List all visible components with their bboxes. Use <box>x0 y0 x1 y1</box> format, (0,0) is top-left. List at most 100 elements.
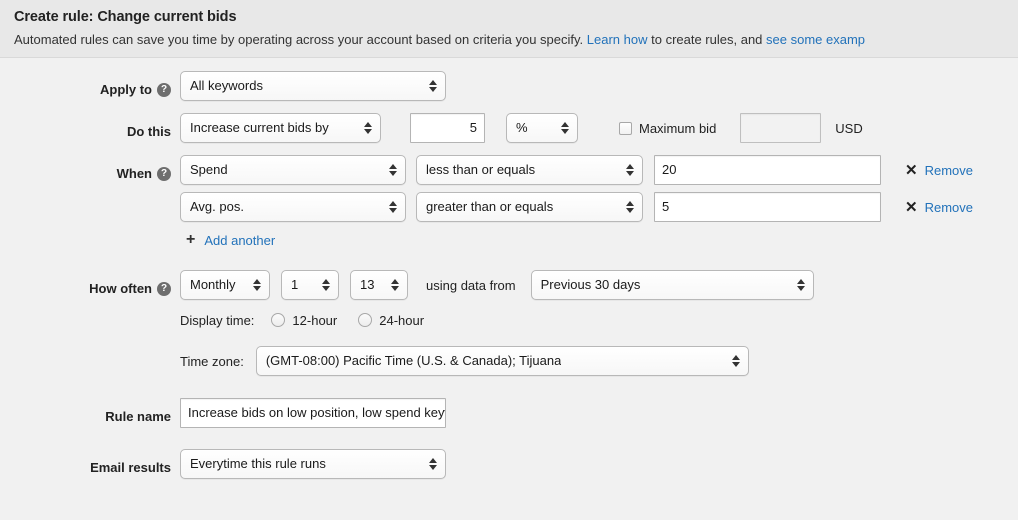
maximum-bid-label: Maximum bid <box>639 120 717 136</box>
frequency-select-value: Monthly <box>190 277 236 292</box>
chevron-updown-icon <box>391 278 399 292</box>
description-text-part1: Automated rules can save you time by ope… <box>14 32 587 47</box>
rule-name-row: Rule name Increase bids on low position,… <box>0 398 1018 428</box>
bid-unit-select-value: % <box>516 120 528 135</box>
email-results-label-group: Email results <box>0 449 180 479</box>
chevron-updown-icon <box>364 121 372 135</box>
condition-operator-value-1: less than or equals <box>426 162 536 177</box>
do-this-label: Do this <box>126 124 171 139</box>
email-results-select[interactable]: Everytime this rule runs <box>180 449 446 479</box>
see-some-examples-link[interactable]: see some examp <box>766 32 865 47</box>
remove-condition-button-1[interactable]: ✕ Remove <box>905 155 973 185</box>
chevron-updown-icon <box>561 121 569 135</box>
apply-to-row: Apply to ? All keywords <box>0 71 1018 101</box>
time-zone-select-value: (GMT-08:00) Pacific Time (U.S. & Canada)… <box>265 353 562 368</box>
condition-value-input-1[interactable]: 20 <box>654 155 881 185</box>
time-zone-spacer <box>0 346 180 376</box>
apply-to-label-group: Apply to ? <box>0 71 180 101</box>
chevron-updown-icon <box>429 79 437 93</box>
chevron-updown-icon <box>322 278 330 292</box>
maximum-bid-checkbox[interactable]: Maximum bid <box>619 121 716 136</box>
condition-metric-select-2[interactable]: Avg. pos. <box>180 192 406 222</box>
when-label-group: When ? <box>0 155 180 185</box>
chevron-updown-icon <box>389 163 397 177</box>
how-often-label-group: How often ? <box>0 270 180 300</box>
email-results-select-value: Everytime this rule runs <box>190 456 326 471</box>
currency-label: USD <box>835 120 863 136</box>
display-time-spacer <box>0 307 180 337</box>
do-this-fields: Increase current bids by 5 % Maximum bid… <box>180 113 863 143</box>
day-select[interactable]: 1 <box>281 270 339 300</box>
time-zone-row: Time zone: (GMT-08:00) Pacific Time (U.S… <box>0 346 1018 376</box>
page-title: Create rule: Change current bids <box>14 9 237 25</box>
help-icon[interactable]: ? <box>157 281 171 296</box>
rule-form: Apply to ? All keywords Do this Increase… <box>0 58 1018 479</box>
rule-name-input[interactable]: Increase bids on low position, low spend… <box>180 398 446 428</box>
date-range-select-value: Previous 30 days <box>540 277 641 292</box>
display-time-row: Display time: 12-hour 24-hour <box>0 307 1018 337</box>
chevron-updown-icon <box>796 278 805 292</box>
condition-value-input-2[interactable]: 5 <box>654 192 881 222</box>
when-row-2: Avg. pos. greater than or equals 5 ✕ Rem… <box>0 192 1018 222</box>
add-another-button[interactable]: + Add another <box>186 232 275 248</box>
when-label-spacer-2 <box>0 192 180 222</box>
remove-label-1: Remove <box>924 162 973 178</box>
condition-metric-value-2: Avg. pos. <box>190 199 244 214</box>
add-another-row: + Add another <box>0 229 1018 259</box>
remove-label-2: Remove <box>924 199 973 215</box>
time-zone-label: Time zone: <box>180 353 244 369</box>
bid-amount-input[interactable]: 5 <box>410 113 485 143</box>
apply-to-label: Apply to <box>100 82 152 97</box>
page-header: Create rule: Change current bids Automat… <box>0 0 1018 58</box>
rule-name-fields: Increase bids on low position, low spend… <box>180 398 446 428</box>
rule-name-label: Rule name <box>105 409 171 424</box>
apply-to-select-value: All keywords <box>190 78 263 93</box>
radio-circle-icon <box>271 313 286 327</box>
checkbox-box-icon <box>619 121 632 135</box>
bid-action-select-value: Increase current bids by <box>190 120 329 135</box>
when-fields-1: Spend less than or equals 20 ✕ Remove <box>180 155 973 185</box>
page-description: Automated rules can save you time by ope… <box>14 32 1004 47</box>
how-often-label: How often <box>89 281 152 296</box>
radio-24-hour-label: 24-hour <box>379 312 425 328</box>
maximum-bid-input[interactable] <box>740 113 822 143</box>
bid-action-select[interactable]: Increase current bids by <box>180 113 381 143</box>
learn-how-link[interactable]: Learn how <box>587 32 648 47</box>
condition-operator-select-1[interactable]: less than or equals <box>416 155 643 185</box>
help-icon[interactable]: ? <box>157 166 171 181</box>
plus-icon: + <box>186 231 196 248</box>
time-zone-fields: Time zone: (GMT-08:00) Pacific Time (U.S… <box>180 346 749 376</box>
close-x-icon: ✕ <box>905 161 918 179</box>
apply-to-select[interactable]: All keywords <box>180 71 446 101</box>
apply-to-fields: All keywords <box>180 71 446 101</box>
remove-condition-button-2[interactable]: ✕ Remove <box>905 192 973 222</box>
time-zone-select[interactable]: (GMT-08:00) Pacific Time (U.S. & Canada)… <box>255 346 749 376</box>
hour-select[interactable]: 13 <box>350 270 408 300</box>
condition-operator-select-2[interactable]: greater than or equals <box>416 192 643 222</box>
hour-select-value: 13 <box>360 277 375 292</box>
help-icon[interactable]: ? <box>157 82 171 97</box>
how-often-row: How often ? Monthly 1 13 using data from… <box>0 270 1018 300</box>
email-results-row: Email results Everytime this rule runs <box>0 449 1018 479</box>
date-range-select[interactable]: Previous 30 days <box>530 270 814 300</box>
radio-circle-icon <box>358 313 373 327</box>
condition-metric-value-1: Spend <box>190 162 228 177</box>
frequency-select[interactable]: Monthly <box>180 270 270 300</box>
chevron-updown-icon <box>626 163 634 177</box>
chevron-updown-icon <box>253 278 261 292</box>
chevron-updown-icon <box>389 200 397 214</box>
display-time-label: Display time: <box>180 312 255 328</box>
using-data-from-label: using data from <box>426 277 516 293</box>
chevron-updown-icon <box>429 457 437 471</box>
add-another-fields: + Add another <box>180 229 275 251</box>
close-x-icon: ✕ <box>905 198 918 216</box>
do-this-label-group: Do this <box>0 113 180 143</box>
add-another-label: Add another <box>204 232 276 248</box>
radio-12-hour-label: 12-hour <box>292 312 338 328</box>
bid-unit-select[interactable]: % <box>506 113 578 143</box>
chevron-updown-icon <box>626 200 634 214</box>
radio-12-hour[interactable]: 12-hour <box>271 313 337 328</box>
radio-24-hour[interactable]: 24-hour <box>358 313 424 328</box>
condition-metric-select-1[interactable]: Spend <box>180 155 406 185</box>
chevron-updown-icon <box>731 354 740 368</box>
